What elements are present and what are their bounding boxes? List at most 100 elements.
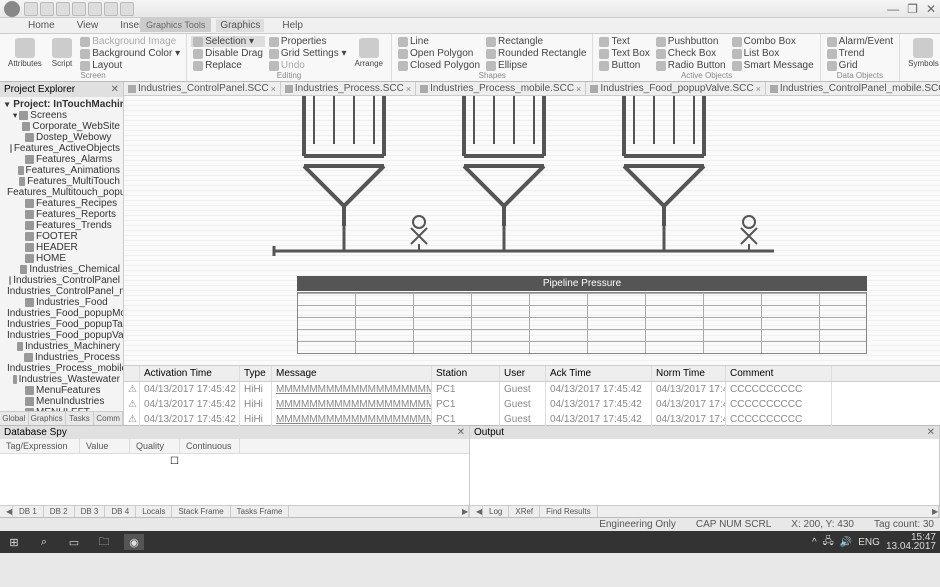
tree-item[interactable]: HEADER — [2, 242, 121, 253]
rounded-rect-button[interactable]: Rounded Rectangle — [484, 48, 588, 59]
maximize-button[interactable]: ❐ — [907, 2, 918, 16]
document-tab[interactable]: Industries_ControlPanel_mobile.SCC× — [766, 82, 940, 95]
ellipse-button[interactable]: Ellipse — [484, 60, 588, 71]
qat-btn[interactable] — [72, 2, 86, 16]
minimize-button[interactable]: — — [887, 2, 899, 16]
symbols-button[interactable]: Symbols — [904, 36, 940, 71]
tree-root[interactable]: ▾ Project: InTouchMachineEdition.AP — [2, 99, 121, 110]
tree-item[interactable]: Features_Recipes — [2, 198, 121, 209]
listbox-button[interactable]: List Box — [730, 48, 816, 59]
tree-item[interactable]: Industries_Chemical — [2, 264, 121, 275]
taskview-button[interactable]: ▭ — [64, 534, 84, 550]
close-panel-icon[interactable]: ✕ — [457, 427, 465, 438]
tree-item[interactable]: Features_Reports — [2, 209, 121, 220]
menu-view[interactable]: View — [73, 19, 103, 32]
line-button[interactable]: Line — [396, 36, 482, 47]
tab-log[interactable]: Log — [483, 506, 509, 517]
trend-button[interactable]: Trend — [825, 48, 895, 59]
radio-button[interactable]: Radio Button — [654, 60, 728, 71]
tray-lang[interactable]: ENG — [858, 537, 880, 548]
close-tab-icon[interactable]: × — [576, 84, 581, 94]
close-panel-icon[interactable]: ✕ — [927, 427, 935, 438]
rectangle-button[interactable]: Rectangle — [484, 36, 588, 47]
db-spy-body[interactable]: ☐ — [0, 454, 469, 505]
text-button[interactable]: Text — [597, 36, 651, 47]
tray-icon[interactable]: ^ — [812, 537, 817, 548]
tree-item[interactable]: MenuFeatures — [2, 385, 121, 396]
start-button[interactable]: ⊞ — [4, 534, 24, 550]
output-body[interactable] — [470, 439, 939, 505]
tree-item[interactable]: Features_ActiveObjects — [2, 143, 121, 154]
tree-item[interactable]: Industries_Food_popupMoto — [2, 308, 121, 319]
script-button[interactable]: Script — [48, 36, 76, 71]
selection-button[interactable]: Selection ▾ — [191, 36, 265, 47]
alarm-row[interactable]: ⚠04/13/2017 17:45:42HiHiMMMMMMMMMMMMMMMM… — [124, 412, 940, 427]
tree-item[interactable]: Industries_Food_popupValve — [2, 330, 121, 341]
document-tab[interactable]: Industries_Process.SCC× — [281, 82, 416, 95]
tree-item[interactable]: Industries_Process_mobile — [2, 363, 121, 374]
replace-button[interactable]: Replace — [191, 60, 265, 71]
tree-item[interactable]: Features_Trends — [2, 220, 121, 231]
tree-item[interactable]: Dostep_Webowy — [2, 132, 121, 143]
qat-btn[interactable] — [104, 2, 118, 16]
tree-item[interactable]: Industries_Machinery — [2, 341, 121, 352]
closed-polygon-button[interactable]: Closed Polygon — [396, 60, 482, 71]
qat-btn[interactable] — [56, 2, 70, 16]
smart-msg-button[interactable]: Smart Message — [730, 60, 816, 71]
tree-item[interactable]: Industries_ControlPanel_mob — [2, 286, 121, 297]
tab-db3[interactable]: DB 3 — [75, 506, 106, 517]
app-taskbar-button[interactable]: ◉ — [124, 534, 144, 550]
combo-button[interactable]: Combo Box — [730, 36, 816, 47]
tree-item[interactable]: Industries_ControlPanel — [2, 275, 121, 286]
tab-comm[interactable]: Comm — [94, 412, 123, 425]
taskbar-clock[interactable]: 15:47 13.04.2017 — [886, 533, 936, 551]
document-tab[interactable]: Industries_Food_popupValve.SCC× — [586, 82, 766, 95]
tree-item[interactable]: Corporate_WebSite — [2, 121, 121, 132]
qat-btn[interactable] — [24, 2, 38, 16]
menu-help[interactable]: Help — [278, 19, 307, 32]
tree-item[interactable]: Features_Animations — [2, 165, 121, 176]
qat-btn[interactable] — [40, 2, 54, 16]
tree-item[interactable]: Industries_Food — [2, 297, 121, 308]
explorer-button[interactable]: 🗀 — [94, 534, 114, 550]
alarm-row[interactable]: ⚠04/13/2017 17:45:42HiHiMMMMMMMMMMMMMMMM… — [124, 382, 940, 397]
button-button[interactable]: Button — [597, 60, 651, 71]
tab-db4[interactable]: DB 4 — [105, 506, 136, 517]
tab-find[interactable]: Find Results — [540, 506, 597, 517]
tree-item[interactable]: Features_MultiTouch — [2, 176, 121, 187]
tab-locals[interactable]: Locals — [136, 506, 172, 517]
attributes-button[interactable]: Attributes — [4, 36, 46, 71]
scroll-right-icon[interactable]: ▶ — [926, 506, 939, 517]
close-panel-icon[interactable]: ✕ — [111, 84, 119, 95]
close-tab-icon[interactable]: × — [756, 84, 761, 94]
tree-item[interactable]: Features_Alarms — [2, 154, 121, 165]
design-canvas[interactable]: Pipeline Pressure — [124, 96, 940, 365]
tree-item[interactable]: HOME — [2, 253, 121, 264]
undo-button[interactable]: Undo — [267, 60, 349, 71]
alarm-button[interactable]: Alarm/Event — [825, 36, 895, 47]
menu-graphics[interactable]: Graphics — [216, 19, 264, 32]
tab-stack[interactable]: Stack Frame — [172, 506, 230, 517]
document-tab[interactable]: Industries_Process_mobile.SCC× — [416, 82, 586, 95]
tree-folder-screens[interactable]: ▾ Screens — [2, 110, 121, 121]
scroll-left-icon[interactable]: ◀ — [470, 506, 483, 517]
open-polygon-button[interactable]: Open Polygon — [396, 48, 482, 59]
alarm-grid[interactable]: Activation Time Type Message Station Use… — [124, 365, 940, 425]
project-tree[interactable]: ▾ Project: InTouchMachineEdition.AP ▾ Sc… — [0, 97, 123, 411]
scroll-left-icon[interactable]: ◀ — [0, 506, 13, 517]
document-tab[interactable]: Industries_ControlPanel.SCC× — [124, 82, 281, 95]
disable-drag-button[interactable]: Disable Drag — [191, 48, 265, 59]
close-tab-icon[interactable]: × — [406, 84, 411, 94]
bg-image-button[interactable]: Background Image — [78, 36, 182, 47]
properties-button[interactable]: Properties — [267, 36, 349, 47]
search-button[interactable]: ⌕ — [34, 534, 54, 550]
tab-graphics[interactable]: Graphics — [29, 412, 66, 425]
textbox-button[interactable]: Text Box — [597, 48, 651, 59]
tray-icon[interactable]: 🖧 — [823, 534, 834, 551]
tab-tasks[interactable]: Tasks — [66, 412, 95, 425]
tab-tasks[interactable]: Tasks Frame — [231, 506, 290, 517]
tab-db1[interactable]: DB 1 — [13, 506, 44, 517]
pushbutton-button[interactable]: Pushbutton — [654, 36, 728, 47]
close-button[interactable]: ✕ — [926, 2, 936, 16]
tab-db2[interactable]: DB 2 — [44, 506, 75, 517]
